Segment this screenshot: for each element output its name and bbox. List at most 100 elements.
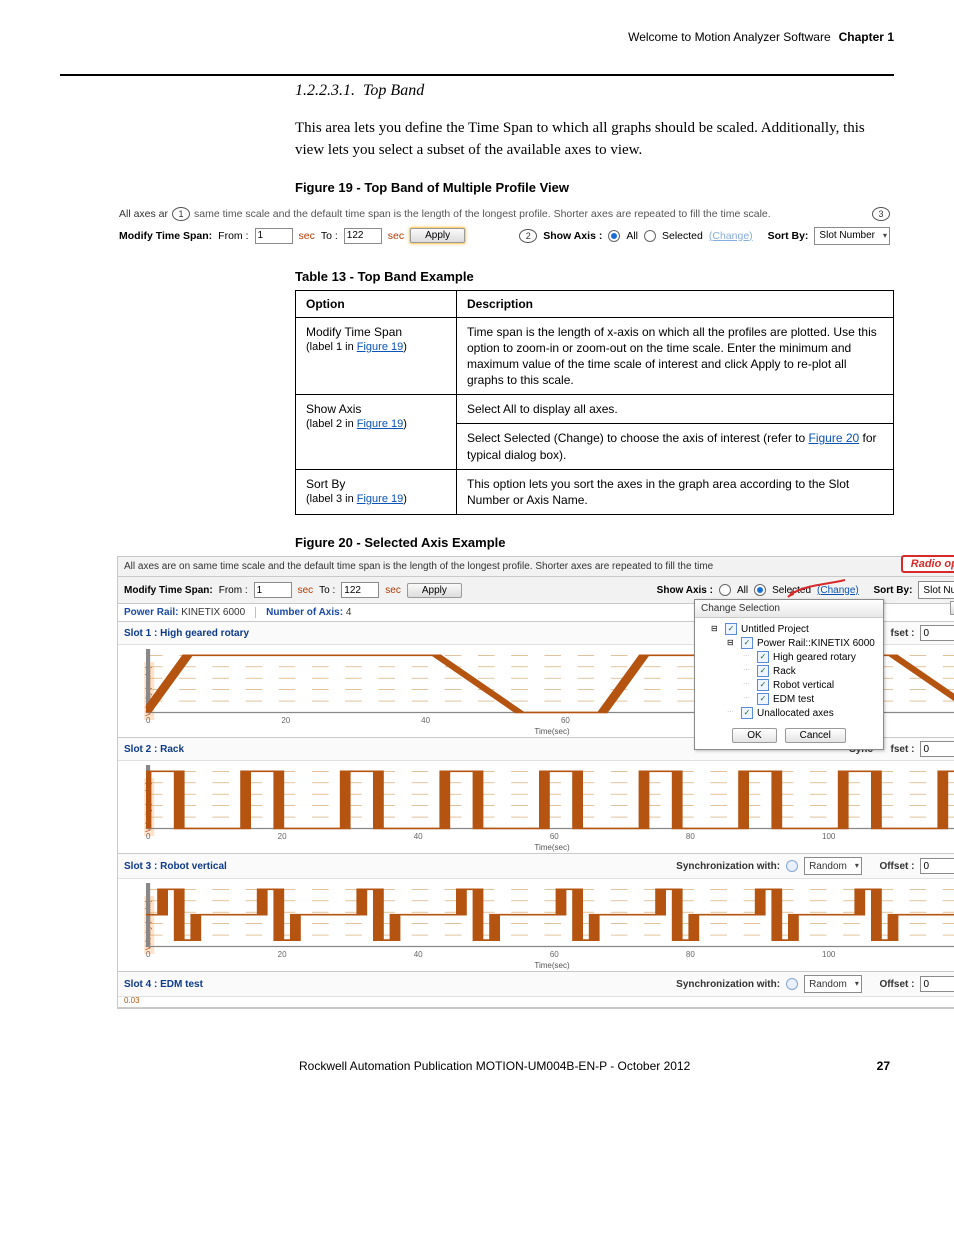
figure-19: All axes ar 1 All axes are on same time … xyxy=(115,201,894,259)
table-row: Show Axis (label 2 in Figure 19) Select … xyxy=(296,395,894,424)
plot xyxy=(146,765,954,831)
tree-item[interactable]: ⋯✓High geared rotary xyxy=(701,650,877,664)
apply-button[interactable]: Apply xyxy=(407,583,462,598)
offset-input[interactable] xyxy=(920,741,954,757)
header-rule xyxy=(60,74,894,76)
tree-item-label: Robot vertical xyxy=(773,680,834,691)
slot-title: Slot 1 : High geared rotary xyxy=(124,628,249,639)
modify-time-span-label: Modify Time Span: xyxy=(124,585,213,596)
radio-all[interactable] xyxy=(719,584,731,596)
info-icon xyxy=(786,978,798,990)
tree-checkbox[interactable]: ✓ xyxy=(725,623,737,635)
slot-title: Slot 4 : EDM test xyxy=(124,979,203,990)
radio-selected[interactable] xyxy=(754,584,766,596)
radio-all-label: All xyxy=(626,230,638,242)
graph-area: Velocity (mm/...)020406080100120Time(sec… xyxy=(118,879,954,971)
tree-expand-icon[interactable]: ⊟ xyxy=(727,639,737,648)
th-description: Description xyxy=(457,290,894,317)
slot-row: Slot 2 : RackSync fset : secVelocity (mm… xyxy=(118,738,954,854)
section-title: Top Band xyxy=(363,82,424,99)
callout-2: 2 xyxy=(519,229,537,243)
tree-checkbox[interactable]: ✓ xyxy=(757,693,769,705)
modify-time-span-label: Modify Time Span: xyxy=(119,230,212,242)
offset-input[interactable] xyxy=(920,858,954,874)
from-input[interactable] xyxy=(254,582,292,598)
offset-input[interactable] xyxy=(920,976,954,992)
tree-checkbox[interactable]: ✓ xyxy=(741,707,753,719)
tree-item-label: Power Rail::KINETIX 6000 xyxy=(757,638,875,649)
sec-label-2: sec xyxy=(388,230,404,242)
sync-select[interactable]: Random xyxy=(804,857,862,875)
slot-row: Slot 3 : Robot verticalSynchronization w… xyxy=(118,854,954,972)
radio-selected-label: Selected xyxy=(662,230,703,242)
graph-area: Velocity (mm/...)020406080100120Time(sec… xyxy=(118,761,954,853)
slot-title: Slot 2 : Rack xyxy=(124,744,184,755)
offset-input[interactable] xyxy=(920,625,954,641)
sort-by-select[interactable]: Slot Number xyxy=(918,581,954,599)
from-input[interactable] xyxy=(255,228,293,244)
table-row: Sort By (label 3 in Figure 19) This opti… xyxy=(296,469,894,514)
change-link[interactable]: (Change) xyxy=(709,230,753,242)
table-13: Option Description Modify Time Span (lab… xyxy=(295,290,894,516)
minimize-controls: | ▴ xyxy=(950,601,954,615)
tree-item[interactable]: ⋯✓Unallocated axes xyxy=(701,706,877,720)
to-input[interactable] xyxy=(344,228,382,244)
ok-button[interactable]: OK xyxy=(732,728,776,743)
tree-checkbox[interactable]: ✓ xyxy=(757,651,769,663)
apply-button[interactable]: Apply xyxy=(410,228,465,243)
show-axis-label: Show Axis : xyxy=(657,585,713,596)
tree-item-label: Unallocated axes xyxy=(757,708,834,719)
tree-item[interactable]: ⋯✓EDM test xyxy=(701,692,877,706)
link-figure-19[interactable]: Figure 19 xyxy=(357,493,403,505)
plot xyxy=(146,883,954,949)
link-figure-19[interactable]: Figure 19 xyxy=(357,341,403,353)
tree-item-label: High geared rotary xyxy=(773,652,856,663)
callout-3: 3 xyxy=(872,207,890,221)
table-row: Modify Time Span (label 1 in Figure 19) … xyxy=(296,317,894,395)
show-axis-label: Show Axis : xyxy=(543,230,602,242)
header-chapter: Chapter 1 xyxy=(839,30,894,44)
publication-info: Rockwell Automation Publication MOTION-U… xyxy=(299,1059,690,1073)
sec-label-1: sec xyxy=(299,230,315,242)
tree-checkbox[interactable]: ✓ xyxy=(757,665,769,677)
link-figure-20[interactable]: Figure 20 xyxy=(809,431,860,445)
to-label: To : xyxy=(321,230,338,242)
tree-expand-icon[interactable]: ⊟ xyxy=(711,625,721,634)
x-axis-label: Time(sec) xyxy=(534,962,569,971)
to-input[interactable] xyxy=(341,582,379,598)
red-arrow xyxy=(780,577,850,599)
cancel-button[interactable]: Cancel xyxy=(785,728,846,743)
section-number: 1.2.2.3.1. xyxy=(295,82,355,99)
slot-title: Slot 3 : Robot vertical xyxy=(124,861,227,872)
radio-selected[interactable] xyxy=(644,230,656,242)
figure-19-caption: Figure 19 - Top Band of Multiple Profile… xyxy=(295,180,894,195)
tree-item[interactable]: ⋯✓Robot vertical xyxy=(701,678,877,692)
table-13-caption: Table 13 - Top Band Example xyxy=(295,269,894,284)
slot-row: Slot 4 : EDM testSynchronization with: R… xyxy=(118,972,954,1008)
tree-checkbox[interactable]: ✓ xyxy=(741,637,753,649)
dialog-title: Change Selection xyxy=(695,600,883,618)
tree-item[interactable]: ⊟ ✓ Power Rail::KINETIX 6000 xyxy=(701,636,877,650)
tree-item-label: Rack xyxy=(773,666,796,677)
tree-checkbox[interactable]: ✓ xyxy=(757,679,769,691)
collapse-button[interactable]: | xyxy=(950,601,954,615)
sync-select[interactable]: Random xyxy=(804,975,862,993)
radio-all[interactable] xyxy=(608,230,620,242)
sort-by-select[interactable]: Slot Number xyxy=(814,227,890,245)
callout-1: 1 xyxy=(172,207,190,221)
header-title: Welcome to Motion Analyzer Software xyxy=(628,30,831,44)
from-label: From : xyxy=(218,230,248,242)
tree-item-label: EDM test xyxy=(773,694,814,705)
info-icon xyxy=(786,860,798,872)
sort-by-label: Sort By: xyxy=(874,585,913,596)
x-axis-label: Time(sec) xyxy=(534,728,569,737)
page-footer: Rockwell Automation Publication MOTION-U… xyxy=(60,1059,894,1073)
change-selection-dialog: Change Selection ⊟✓Untitled Project⊟✓Pow… xyxy=(694,599,884,750)
link-figure-19[interactable]: Figure 19 xyxy=(357,418,403,430)
section-heading: 1.2.2.3.1. Top Band xyxy=(295,82,894,100)
th-option: Option xyxy=(296,290,457,317)
tree-item[interactable]: ⋯✓Rack xyxy=(701,664,877,678)
figure-20: Radio option All axes are on same time s… xyxy=(117,556,954,1009)
tree-item[interactable]: ⊟✓Untitled Project xyxy=(701,622,877,636)
page-number: 27 xyxy=(877,1059,890,1073)
